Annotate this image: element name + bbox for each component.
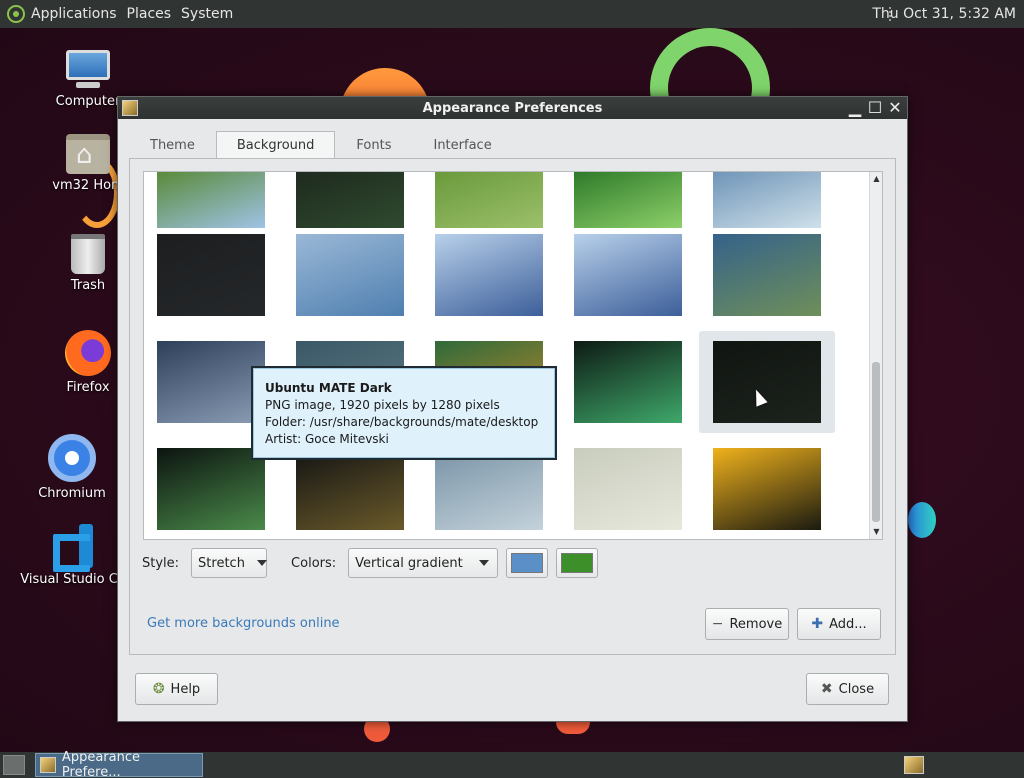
- tab-bar: Theme Background Fonts Interface: [129, 131, 513, 160]
- add-label: Add...: [829, 616, 867, 632]
- style-label: Style:: [142, 555, 180, 571]
- top-panel: Applications Places System Thu Oct 31, 5…: [0, 0, 1024, 28]
- maximize-icon[interactable]: ☐: [867, 97, 883, 117]
- close-label: Close: [838, 681, 875, 697]
- computer-icon: [64, 50, 112, 90]
- style-value: Stretch: [198, 555, 245, 571]
- secondary-color-swatch: [561, 553, 594, 573]
- wallpaper-thumbnail-green-leaf-drops[interactable]: [574, 172, 682, 228]
- window-titlebar[interactable]: Appearance Preferences ▁ ☐ ✕: [118, 97, 907, 119]
- tooltip-title: Ubuntu MATE Dark: [265, 381, 392, 395]
- window-title: Appearance Preferences: [422, 100, 603, 116]
- clock[interactable]: Thu Oct 31, 5:32 AM: [872, 6, 1016, 22]
- help-label: Help: [170, 681, 201, 697]
- taskbar-item-label: Appearance Prefere...: [61, 750, 140, 778]
- scroll-up-icon[interactable]: ▲: [872, 174, 881, 184]
- tab-background[interactable]: Background: [215, 131, 336, 160]
- help-icon: ❂: [152, 681, 165, 697]
- wallpaper-thumbnail-yellow-flower[interactable]: [713, 448, 821, 530]
- colors-value: Vertical gradient: [355, 555, 463, 571]
- firefox-icon: [65, 330, 111, 376]
- desktop-icon-label: Firefox: [66, 380, 110, 395]
- wallpaper-gallery[interactable]: ▲ ▼: [143, 171, 883, 540]
- tab-theme[interactable]: Theme: [129, 131, 216, 159]
- menu-places[interactable]: Places: [127, 6, 172, 22]
- colors-label: Colors:: [291, 555, 337, 571]
- appearance-app-icon: [40, 757, 56, 773]
- wallpaper-thumbnail-green-sky-clouds[interactable]: [713, 234, 821, 316]
- desktop-icon-chromium[interactable]: Chromium: [22, 434, 122, 501]
- secondary-color-button[interactable]: [556, 548, 599, 578]
- home-folder-icon: [66, 134, 110, 174]
- wallpaper-thumbnail-blue-crystal-city-1[interactable]: [435, 234, 543, 316]
- scrollbar-thumb[interactable]: [872, 362, 880, 522]
- wallpaper-thumbnail-aurora-green[interactable]: [574, 341, 682, 423]
- desktop-icon-label: Chromium: [38, 486, 106, 501]
- remove-button[interactable]: − Remove: [705, 608, 789, 640]
- taskbar-item-appearance[interactable]: Appearance Prefere...: [35, 750, 203, 778]
- wallpaper-thumbnail-mate-logo-dark[interactable]: [296, 172, 404, 228]
- bottom-panel: Appearance Prefere...: [0, 750, 1024, 778]
- show-desktop-icon[interactable]: [3, 755, 25, 775]
- tooltip-line: Folder: /usr/share/backgrounds/mate/desk…: [265, 415, 539, 429]
- remove-label: Remove: [729, 616, 783, 632]
- trash-icon: [71, 234, 105, 274]
- primary-color-button[interactable]: [506, 548, 549, 578]
- wallpaper-thumbnail-stormy-lake[interactable]: [157, 341, 265, 423]
- mate-logo-icon[interactable]: [7, 5, 25, 23]
- wallpaper-thumbnail-green-leaves-blue-flowers[interactable]: [157, 172, 265, 228]
- minimize-icon[interactable]: ▁: [847, 97, 863, 117]
- chevron-down-icon: [256, 560, 267, 566]
- close-icon: ✖: [820, 681, 833, 697]
- plus-icon: ✚: [811, 616, 824, 632]
- wallpaper-thumbnail-aurora-dark-green[interactable]: [157, 448, 265, 530]
- wallpaper-thumbnail-dark-rainbow-blur[interactable]: [296, 448, 404, 530]
- tab-interface[interactable]: Interface: [412, 131, 512, 159]
- colors-dropdown[interactable]: Vertical gradient: [348, 548, 499, 578]
- help-button[interactable]: ❂ Help: [135, 673, 218, 705]
- minus-icon: −: [711, 616, 724, 632]
- wallpaper-thumbnail-blue-gray-waves[interactable]: [435, 448, 543, 530]
- wallpaper-shape: [908, 502, 936, 538]
- workspace-switcher-icon[interactable]: [904, 756, 924, 774]
- tooltip-line: PNG image, 1920 pixels by 1280 pixels: [265, 398, 500, 412]
- add-button[interactable]: ✚ Add...: [797, 608, 881, 640]
- appearance-app-icon[interactable]: [122, 100, 138, 116]
- chromium-icon: [48, 434, 96, 482]
- primary-color-swatch: [511, 553, 544, 573]
- gallery-scrollbar[interactable]: ▲ ▼: [869, 172, 882, 539]
- get-more-backgrounds-link[interactable]: Get more backgrounds online: [147, 616, 340, 631]
- menu-applications[interactable]: Applications: [31, 6, 117, 22]
- wallpaper-thumbnail-mate-logo-green[interactable]: [435, 172, 543, 228]
- wallpaper-thumbnail-abstract-blue-paint[interactable]: [296, 234, 404, 316]
- wallpaper-thumbnail-pale-sand-road[interactable]: [574, 448, 682, 530]
- menu-system[interactable]: System: [181, 6, 233, 22]
- scroll-down-icon[interactable]: ▼: [872, 527, 881, 537]
- close-button[interactable]: ✖ Close: [806, 673, 889, 705]
- chevron-down-icon: [479, 560, 490, 566]
- wallpaper-thumbnail-ubuntu-mate-dark[interactable]: [713, 341, 821, 423]
- wallpaper-tooltip: Ubuntu MATE Dark PNG image, 1920 pixels …: [251, 366, 557, 460]
- wallpaper-thumbnail-blue-waves-light[interactable]: [713, 172, 821, 228]
- background-options: Style: Stretch Colors: Vertical gradient: [142, 548, 599, 578]
- tooltip-line: Artist: Goce Mitevski: [265, 432, 389, 446]
- close-icon[interactable]: ✕: [887, 97, 903, 117]
- desktop-icon-label: Trash: [70, 278, 106, 293]
- vscode-icon: [51, 524, 95, 568]
- desktop-icon-label: Visual Studio Co: [20, 572, 126, 587]
- desktop-icon-label: Computer: [55, 94, 121, 109]
- style-dropdown[interactable]: Stretch: [191, 548, 268, 578]
- tab-fonts[interactable]: Fonts: [335, 131, 412, 159]
- wallpaper-thumbnail-archlinux-dark[interactable]: [157, 234, 265, 316]
- wallpaper-shape: [556, 722, 590, 734]
- desktop-icon-label: vm32 Hom: [52, 178, 124, 193]
- wallpaper-thumbnail-blue-crystal-city-2[interactable]: [574, 234, 682, 316]
- desktop-icon-vscode[interactable]: Visual Studio Co: [14, 524, 132, 587]
